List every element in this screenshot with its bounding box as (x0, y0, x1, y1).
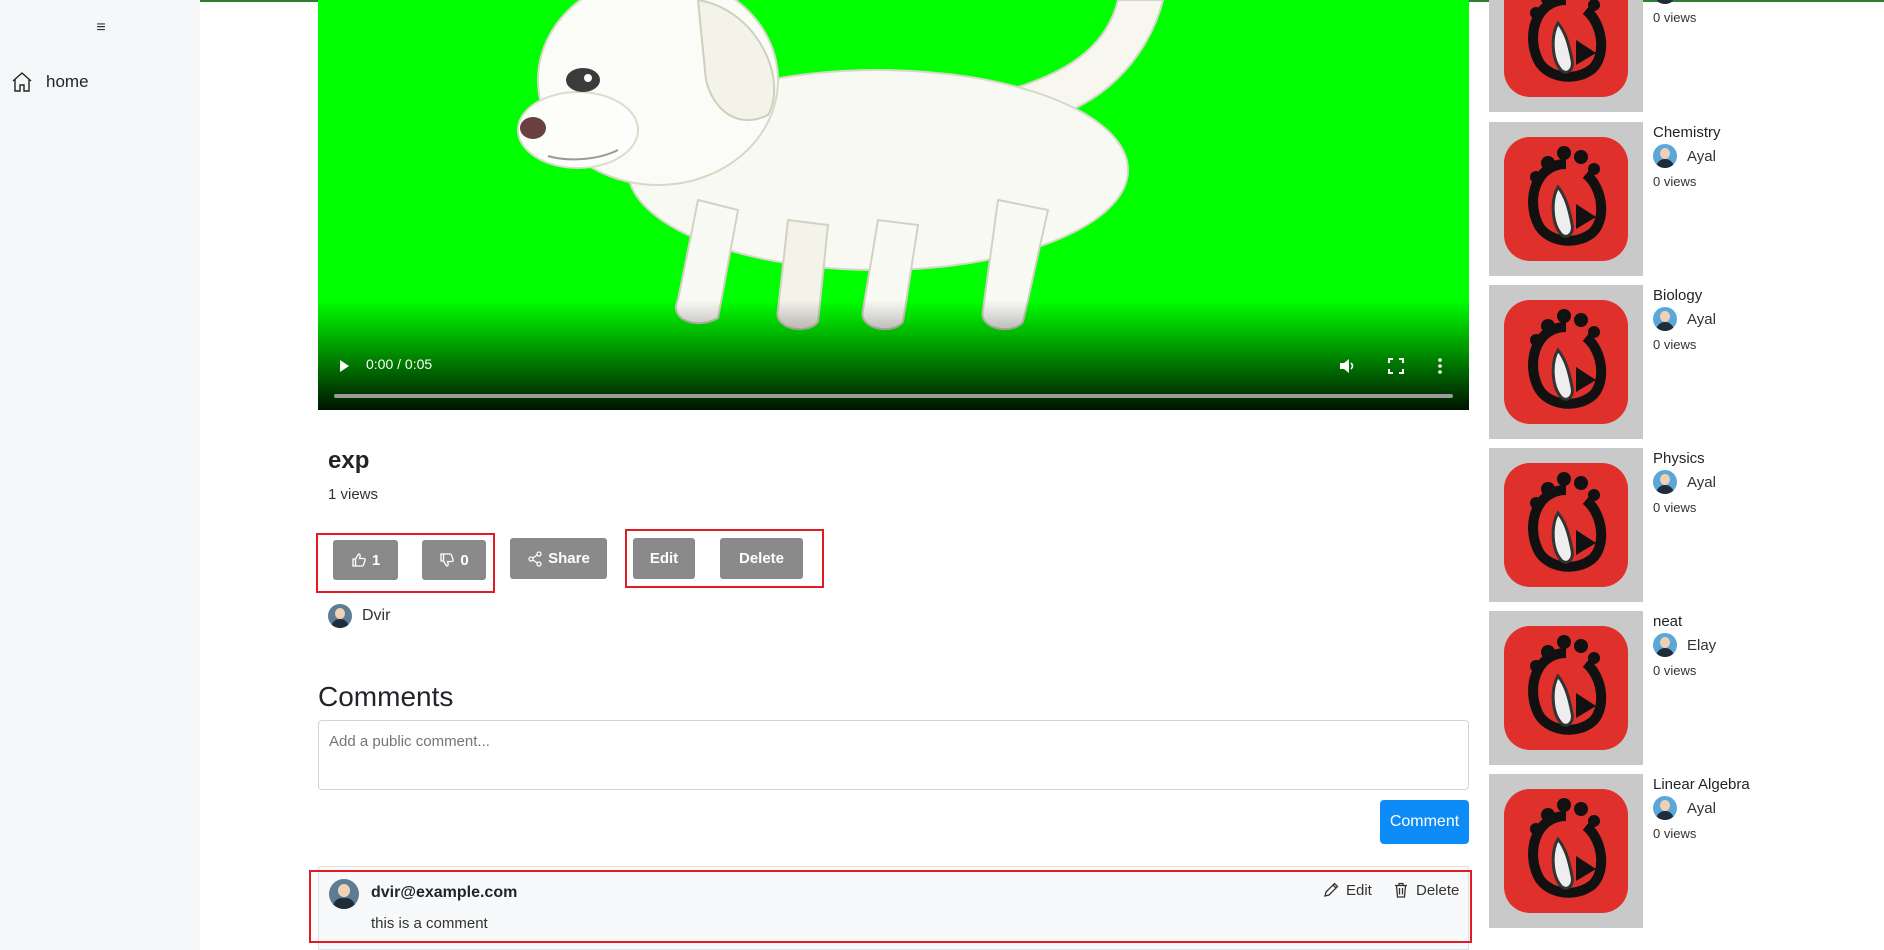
delete-video-button[interactable]: Delete (720, 538, 803, 579)
related-video-title[interactable]: Chemistry (1653, 124, 1721, 141)
volume-icon[interactable] (1338, 357, 1356, 375)
related-video-author[interactable]: Ayal (1653, 144, 1716, 168)
video-title: exp (328, 447, 370, 474)
video-thumbnail[interactable] (1489, 285, 1643, 439)
dislike-count: 0 (460, 551, 469, 569)
related-video-title[interactable]: Linear Algebra (1653, 776, 1750, 793)
author-name: Ayal (1687, 0, 1716, 1)
video-thumbnail[interactable] (1489, 611, 1643, 765)
delete-label: Delete (738, 550, 785, 567)
like-count: 1 (371, 551, 381, 569)
related-video-title[interactable]: Biology (1653, 287, 1702, 304)
more-vert-icon[interactable] (1436, 357, 1444, 375)
uploader[interactable]: Dvir (328, 604, 390, 628)
avatar (1653, 307, 1677, 331)
related-video-author[interactable]: Ayal (1653, 0, 1716, 4)
related-video-views: 0 views (1653, 337, 1697, 352)
video-thumbnail[interactable] (1489, 448, 1643, 602)
author-name: Ayal (1687, 147, 1716, 165)
share-button[interactable]: Share (510, 538, 607, 579)
app-logo-icon (1504, 0, 1628, 97)
related-video-author[interactable]: Ayal (1653, 307, 1716, 331)
thumbs-down-icon (440, 553, 455, 567)
author-name: Ayal (1687, 473, 1716, 491)
app-logo-icon (1504, 463, 1628, 587)
related-video-views: 0 views (1653, 174, 1697, 189)
sidebar-item-label: home (46, 72, 89, 91)
video-thumbnail[interactable] (1489, 0, 1643, 112)
author-name: Elay (1687, 636, 1717, 654)
avatar (1653, 0, 1677, 4)
video-progress-bar[interactable] (334, 394, 1453, 398)
dislike-button[interactable]: 0 (422, 540, 486, 580)
thumbs-up-icon (352, 553, 366, 567)
video-controls: 0:00 / 0:05 (318, 340, 1469, 410)
related-video-views: 0 views (1653, 826, 1697, 841)
related-video-views: 0 views (1653, 10, 1697, 25)
related-video-item[interactable]: Physics Ayal 0 views (1489, 448, 1869, 604)
comment-input[interactable] (318, 720, 1469, 790)
sidebar-item-home[interactable]: home (10, 70, 89, 94)
sidebar: ≡ home (0, 0, 200, 950)
related-video-item[interactable]: Biology Ayal 0 views (1489, 285, 1869, 441)
like-button[interactable]: 1 (333, 540, 398, 580)
view-count: 1 views (328, 486, 379, 503)
related-video-author[interactable]: Ayal (1653, 796, 1716, 820)
uploader-name: Dvir (362, 607, 391, 624)
fullscreen-icon[interactable] (1387, 357, 1405, 375)
video-thumbnail[interactable] (1489, 774, 1643, 928)
edit-video-button[interactable]: Edit (633, 538, 695, 579)
app-logo-icon (1504, 137, 1628, 261)
author-name: Ayal (1687, 799, 1716, 817)
video-time: 0:00 / 0:05 (366, 356, 433, 372)
related-video-item[interactable]: Chemistry Ayal 0 views (1489, 122, 1869, 278)
video-player[interactable]: 0:00 / 0:05 (318, 0, 1469, 410)
related-video-author[interactable]: Elay (1653, 633, 1716, 657)
play-icon[interactable] (336, 358, 352, 374)
edit-label: Edit (649, 550, 679, 567)
related-video-title[interactable]: neat (1653, 613, 1682, 630)
avatar (1653, 144, 1677, 168)
related-video-views: 0 views (1653, 500, 1697, 515)
comments-heading: Comments (318, 681, 454, 712)
app-logo-icon (1504, 789, 1628, 913)
related-video-item[interactable]: Ayal 0 views (1489, 0, 1869, 114)
related-video-item[interactable]: neat Elay 0 views (1489, 611, 1869, 767)
related-video-views: 0 views (1653, 663, 1697, 678)
related-video-title[interactable]: Physics (1653, 450, 1705, 467)
related-video-item[interactable]: Linear Algebra Ayal 0 views (1489, 774, 1869, 930)
share-icon (528, 550, 542, 567)
author-name: Ayal (1687, 310, 1716, 328)
avatar (1653, 470, 1677, 494)
avatar (1653, 633, 1677, 657)
related-video-author[interactable]: Ayal (1653, 470, 1716, 494)
share-label: Share (548, 550, 590, 567)
video-thumbnail[interactable] (1489, 122, 1643, 276)
app-logo-icon (1504, 300, 1628, 424)
submit-comment-button[interactable]: Comment (1380, 800, 1469, 844)
app-logo-icon (1504, 626, 1628, 750)
avatar (1653, 796, 1677, 820)
comment-highlight (309, 870, 1472, 943)
hamburger-icon[interactable]: ≡ (93, 20, 109, 36)
house-icon (12, 72, 32, 92)
avatar (328, 604, 352, 628)
